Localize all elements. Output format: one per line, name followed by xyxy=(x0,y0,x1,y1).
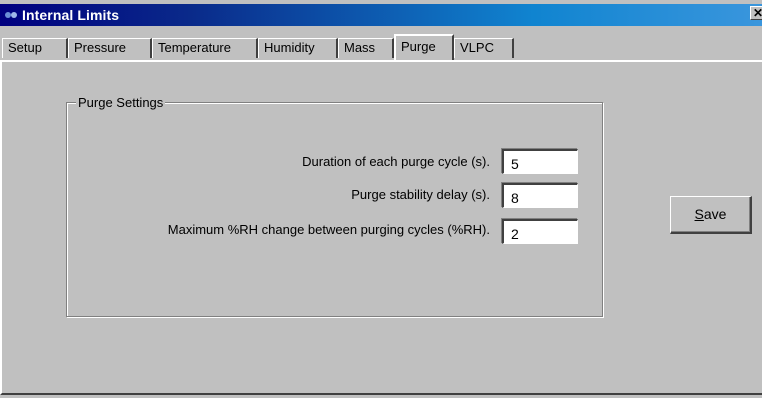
tab-label: Purge xyxy=(401,39,436,54)
tab-label: Setup xyxy=(8,40,42,55)
tab-label: Mass xyxy=(344,40,376,55)
tab-purge[interactable]: Purge xyxy=(394,34,454,60)
max-rh-change-field[interactable] xyxy=(502,219,578,244)
tab-strip: Setup Pressure Temperature Humidity Mass… xyxy=(2,34,762,60)
tab-label: Humidity xyxy=(264,40,315,55)
tab-label: Temperature xyxy=(158,40,231,55)
save-accelerator: S xyxy=(694,206,704,222)
group-title: Purge Settings xyxy=(76,95,166,111)
tab-temperature[interactable]: Temperature xyxy=(152,38,258,58)
save-button[interactable]: Save xyxy=(670,196,752,234)
tab-vlpc[interactable]: VLPC xyxy=(454,38,514,58)
title-bar[interactable]: Internal Limits xyxy=(0,4,762,26)
purge-settings-group xyxy=(66,102,603,317)
close-icon: ✕ xyxy=(752,6,762,20)
tab-label: VLPC xyxy=(460,40,494,55)
internal-limits-window: Internal Limits ✕ Setup Pressure Tempera… xyxy=(0,0,762,398)
tab-label: Pressure xyxy=(74,40,127,55)
tab-humidity[interactable]: Humidity xyxy=(258,38,338,58)
stability-delay-label: Purge stability delay (s). xyxy=(351,187,490,202)
window-title: Internal Limits xyxy=(22,7,120,23)
close-button[interactable]: ✕ xyxy=(750,6,762,20)
duration-label: Duration of each purge cycle (s). xyxy=(302,154,490,169)
max-rh-change-label: Maximum %RH change between purging cycle… xyxy=(167,222,490,237)
app-icon xyxy=(5,12,17,18)
stability-delay-field[interactable] xyxy=(502,183,578,208)
tab-setup[interactable]: Setup xyxy=(2,38,68,58)
save-label: ave xyxy=(703,206,727,222)
tab-pressure[interactable]: Pressure xyxy=(68,38,152,58)
duration-field[interactable] xyxy=(502,149,578,174)
tab-mass[interactable]: Mass xyxy=(338,38,394,58)
